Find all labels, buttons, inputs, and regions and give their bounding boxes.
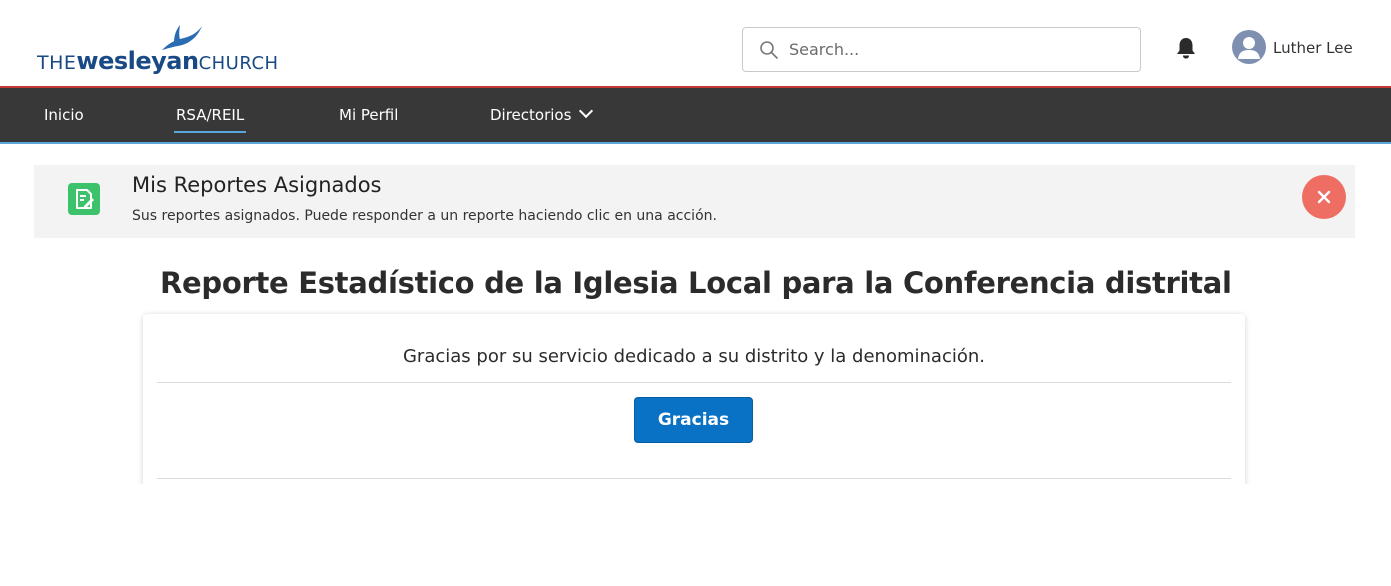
chevron-down-icon (579, 103, 594, 119)
page-title: Reporte Estadístico de la Iglesia Local … (160, 266, 1232, 300)
thank-you-message: Gracias por su servicio dedicado a su di… (402, 346, 985, 367)
close-icon (1317, 190, 1331, 204)
search-box[interactable] (742, 27, 1141, 72)
gracias-button[interactable]: Gracias (634, 397, 753, 443)
nav-item-mi-perfil[interactable]: Mi Perfil (339, 88, 398, 142)
logo-wesleyan: wesleyan (76, 47, 199, 75)
logo-the: THE (37, 52, 77, 74)
user-silhouette-icon (1238, 37, 1260, 59)
wesleyan-church-logo[interactable]: THEwesleyanCHURCH (37, 20, 297, 76)
main-nav: Inicio RSA/REIL Mi Perfil Directorios (0, 88, 1391, 144)
banner-title: Mis Reportes Asignados (132, 173, 382, 197)
nav-item-directorios-label: Directorios (490, 106, 572, 124)
logo-wordmark: THEwesleyanCHURCH (37, 47, 279, 75)
divider (157, 478, 1231, 479)
bell-icon[interactable] (1175, 36, 1197, 60)
report-edit-icon (68, 183, 100, 215)
user-avatar-icon[interactable] (1232, 30, 1266, 64)
banner-subtitle: Sus reportes asignados. Puede responder … (132, 208, 717, 224)
site-header: THEwesleyanCHURCH Luther Lee (0, 0, 1391, 88)
search-icon (760, 41, 778, 59)
thank-you-card: Gracias por su servicio dedicado a su di… (143, 314, 1245, 504)
close-button[interactable] (1302, 175, 1346, 219)
nav-item-rsa-reil[interactable]: RSA/REIL (173, 88, 247, 142)
page-background (0, 484, 1391, 586)
nav-item-inicio[interactable]: Inicio (44, 88, 84, 142)
nav-item-directorios[interactable]: Directorios (490, 88, 594, 142)
logo-church: CHURCH (198, 53, 279, 74)
search-input[interactable] (789, 28, 1129, 71)
divider (157, 382, 1231, 383)
assigned-reports-banner: Mis Reportes Asignados Sus reportes asig… (34, 165, 1355, 238)
user-name[interactable]: Luther Lee (1273, 39, 1353, 57)
